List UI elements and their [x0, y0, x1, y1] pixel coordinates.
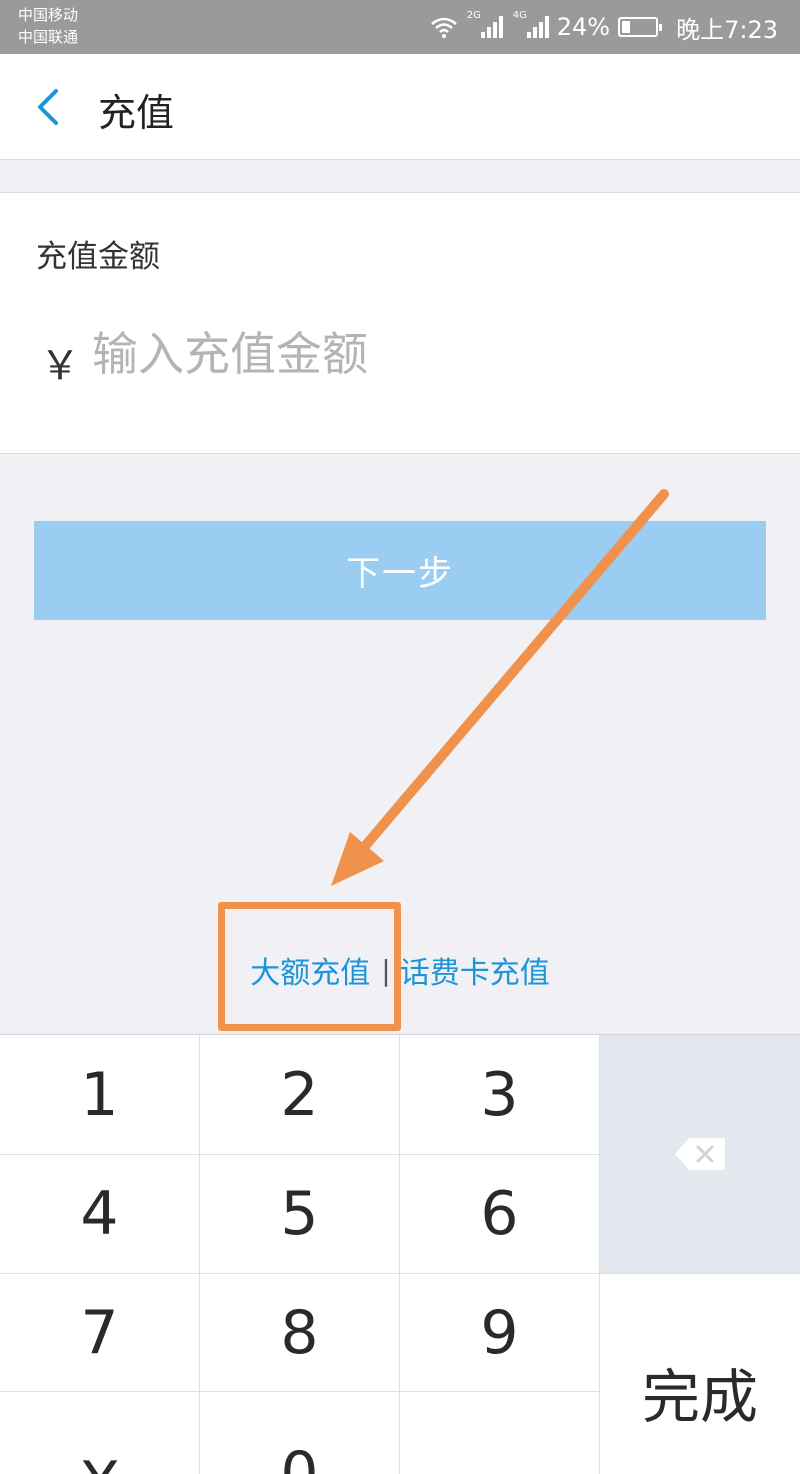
amount-label: 充值金额	[36, 239, 160, 275]
back-button[interactable]	[30, 87, 70, 127]
key-x[interactable]: X	[0, 1392, 200, 1474]
battery-icon	[618, 17, 663, 37]
nav-header: 充值	[0, 54, 800, 160]
key-0[interactable]: 0	[200, 1392, 400, 1474]
key-1[interactable]: 1	[0, 1035, 200, 1155]
network-type-2: 4G	[512, 10, 527, 21]
currency-symbol: ￥	[40, 343, 80, 389]
key-5[interactable]: 5	[200, 1155, 400, 1274]
key-dot[interactable]: .	[400, 1392, 600, 1474]
status-time: 晚上7:23	[676, 15, 778, 44]
wifi-icon	[430, 17, 457, 38]
key-6[interactable]: 6	[400, 1155, 600, 1274]
done-key[interactable]: 完成	[600, 1274, 800, 1474]
next-step-button[interactable]: 下一步	[34, 521, 766, 620]
large-recharge-link[interactable]: 大额充值	[250, 948, 370, 992]
key-2[interactable]: 2	[200, 1035, 400, 1155]
battery-percent: 24%	[556, 13, 611, 41]
link-separator: |	[381, 953, 391, 987]
signal-icon-1: 2G	[467, 10, 503, 38]
key-3[interactable]: 3	[400, 1035, 600, 1155]
page-title: 充值	[98, 91, 175, 135]
recharge-links: 大额充值 | 话费卡充值	[0, 945, 800, 995]
key-4[interactable]: 4	[0, 1155, 200, 1274]
key-8[interactable]: 8	[200, 1274, 400, 1392]
amount-input[interactable]	[92, 321, 752, 387]
delete-key[interactable]	[600, 1035, 800, 1274]
status-icons: 2G 4G 24% 晚上7:23	[429, 8, 778, 46]
numeric-keypad: 1 2 3 4 5 6 7 8 9 X 0 . 完成	[0, 1034, 800, 1474]
network-type-1: 2G	[466, 10, 481, 21]
signal-icon-2: 4G	[513, 10, 549, 38]
card-recharge-link[interactable]: 话费卡充值	[400, 948, 550, 992]
battery-fill	[622, 21, 631, 33]
amount-section: 充值金额 ￥	[0, 192, 800, 454]
carrier-2: 中国联通	[18, 28, 79, 46]
key-9[interactable]: 9	[400, 1274, 600, 1392]
carrier-1: 中国移动	[18, 6, 79, 24]
status-bar: 中国移动 中国联通 2G 4G 24% 晚上7:23	[0, 0, 800, 54]
carrier-names: 中国移动 中国联通	[18, 4, 78, 48]
key-7[interactable]: 7	[0, 1274, 200, 1392]
backspace-icon	[675, 1138, 725, 1170]
chevron-left-icon	[38, 89, 58, 125]
